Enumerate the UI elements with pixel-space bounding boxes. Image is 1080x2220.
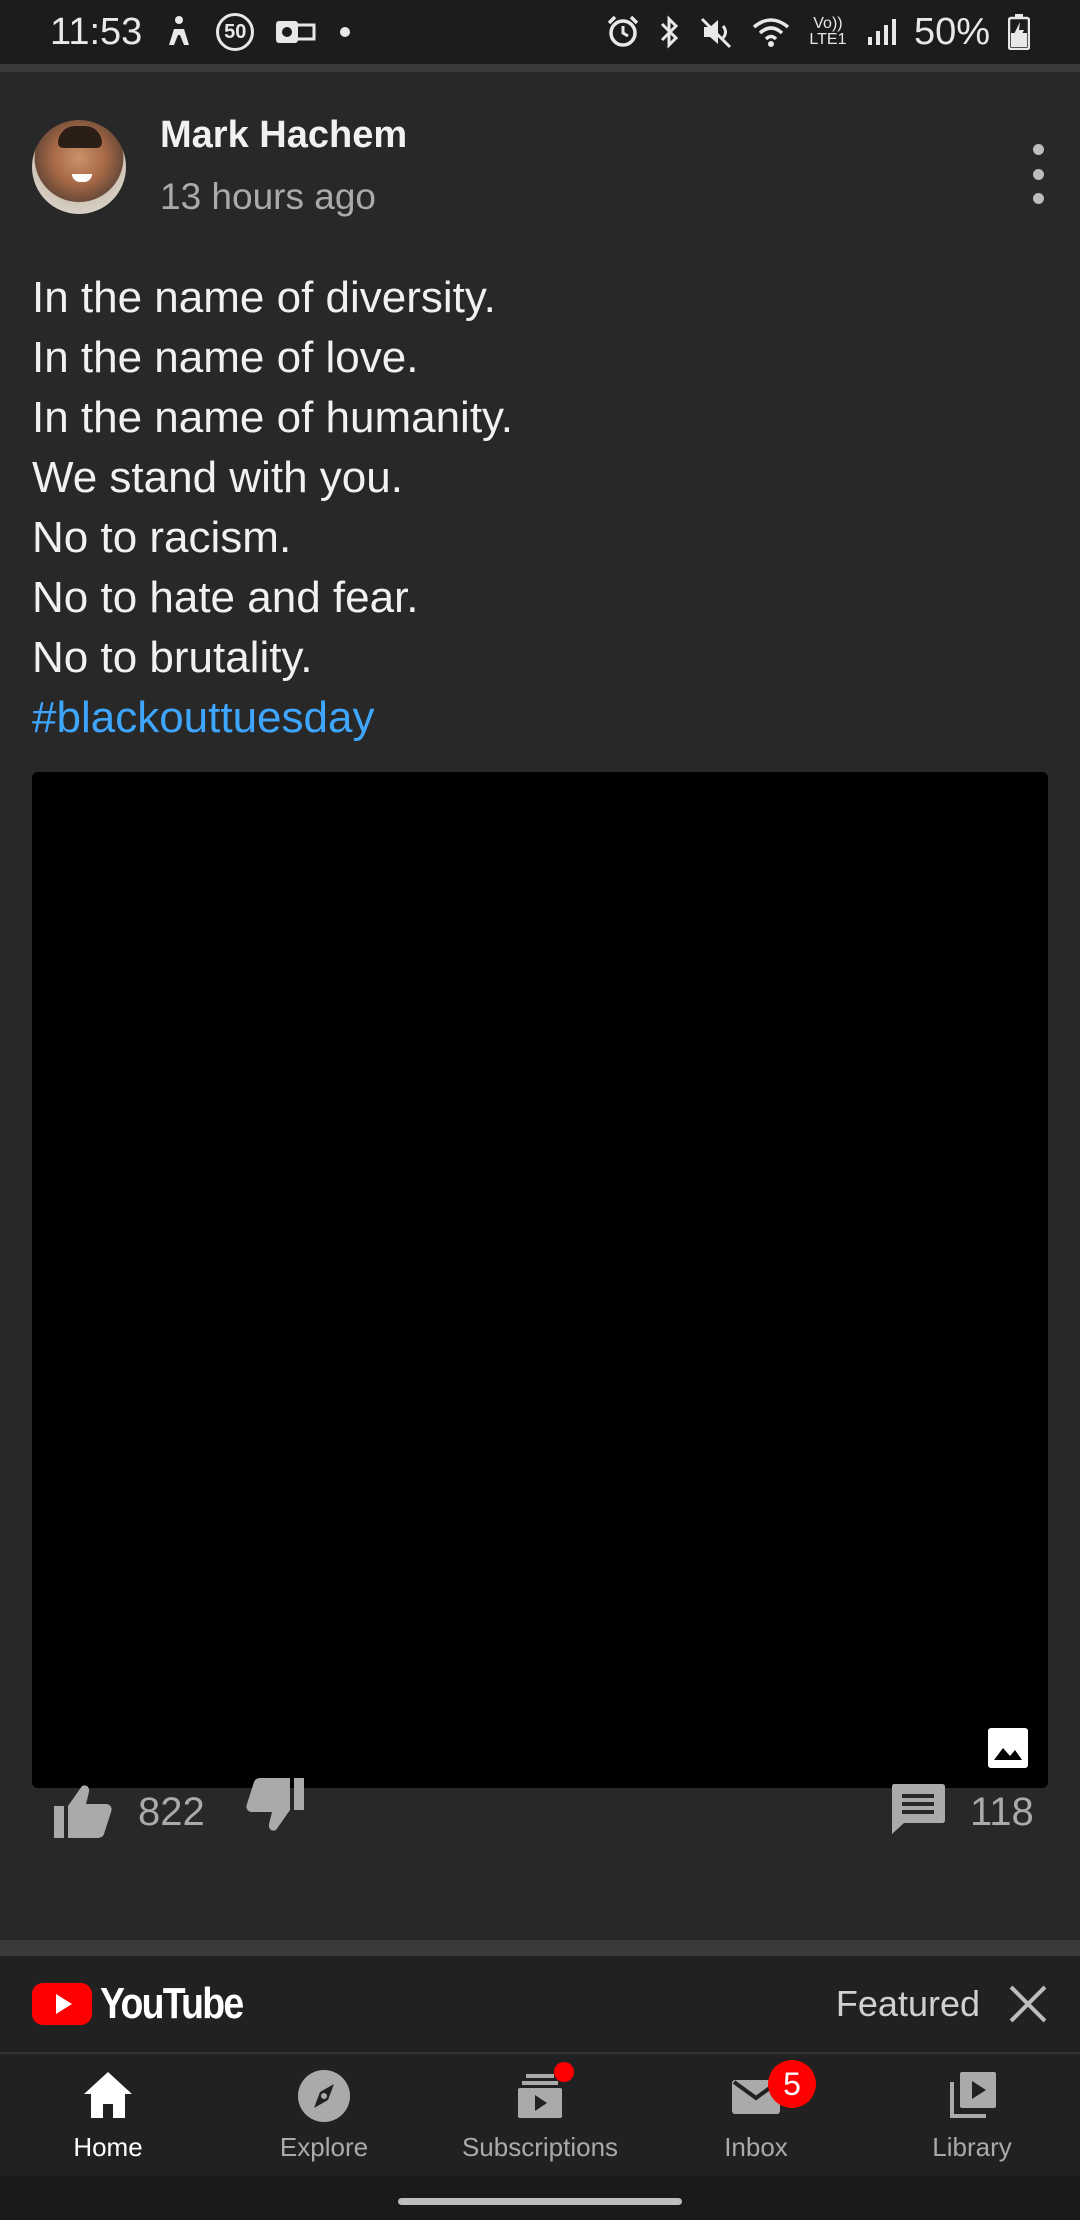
comment-icon bbox=[892, 1784, 945, 1834]
nav-library-label: Library bbox=[932, 2132, 1012, 2162]
dislike-button[interactable] bbox=[244, 1776, 306, 1834]
gesture-area bbox=[0, 2176, 1080, 2220]
youtube-logo[interactable]: YouTube bbox=[32, 1979, 268, 2029]
author-avatar[interactable] bbox=[32, 120, 126, 214]
nav-subscriptions[interactable]: Subscriptions bbox=[432, 2054, 648, 2176]
post-line: In the name of diversity. bbox=[32, 273, 496, 322]
battery-charging-icon bbox=[1008, 14, 1030, 50]
accessibility-icon bbox=[164, 15, 194, 49]
speed-badge-icon: 50 bbox=[216, 13, 255, 51]
nav-library[interactable]: Library bbox=[864, 2054, 1080, 2176]
clock: 11:53 bbox=[50, 10, 143, 53]
post-line: No to racism. bbox=[32, 513, 292, 562]
like-count: 822 bbox=[138, 1790, 205, 1834]
new-content-dot bbox=[554, 2062, 574, 2082]
nav-home[interactable]: Home bbox=[0, 2054, 216, 2176]
notification-dot-icon bbox=[338, 25, 352, 39]
community-post: Mark Hachem 13 hours ago In the name of … bbox=[0, 72, 1080, 1940]
nav-inbox[interactable]: 5 Inbox bbox=[648, 2054, 864, 2176]
bottom-navigation: Home Explore Subscriptions 5 Inbox Libra… bbox=[0, 2052, 1080, 2176]
post-image[interactable] bbox=[32, 772, 1048, 1788]
inbox-icon: 5 bbox=[728, 2060, 816, 2124]
featured-label: Featured bbox=[835, 1983, 980, 2024]
post-line: No to hate and fear. bbox=[32, 573, 419, 622]
mute-icon bbox=[700, 15, 734, 49]
comment-count: 118 bbox=[970, 1790, 1034, 1834]
post-line: In the name of love. bbox=[32, 333, 419, 382]
wifi-icon bbox=[752, 17, 790, 47]
compass-icon bbox=[298, 2070, 350, 2122]
nav-home-label: Home bbox=[73, 2132, 143, 2162]
home-icon bbox=[84, 2072, 132, 2118]
close-icon[interactable] bbox=[1008, 1984, 1048, 2024]
section-divider bbox=[0, 1940, 1080, 1956]
featured-bar: YouTube Featured bbox=[0, 1956, 1080, 2052]
outlook-icon bbox=[276, 17, 316, 47]
post-line: We stand with you. bbox=[32, 453, 403, 502]
library-icon bbox=[950, 2072, 996, 2118]
more-options-icon[interactable] bbox=[1020, 144, 1056, 204]
youtube-play-icon bbox=[32, 1983, 92, 2025]
lte-icon: Vo)) LTE1 bbox=[809, 15, 847, 48]
youtube-wordmark: YouTube bbox=[100, 1979, 244, 2028]
post-line: No to brutality. bbox=[32, 633, 313, 682]
battery-percent: 50% bbox=[913, 10, 990, 53]
nav-explore-label: Explore bbox=[279, 2132, 369, 2162]
post-text: In the name of diversity. In the name of… bbox=[32, 268, 1042, 748]
post-line: In the name of humanity. bbox=[32, 393, 514, 442]
status-divider bbox=[0, 64, 1080, 72]
nav-subscriptions-label: Subscriptions bbox=[461, 2132, 619, 2162]
thumbs-down-icon bbox=[246, 1778, 304, 1831]
thumbs-up-icon bbox=[54, 1785, 112, 1838]
signal-icon bbox=[866, 17, 896, 47]
hashtag-link[interactable]: #blackouttuesday bbox=[32, 688, 1042, 748]
inbox-badge: 5 bbox=[768, 2060, 816, 2108]
nav-explore[interactable]: Explore bbox=[216, 2054, 432, 2176]
subscriptions-icon bbox=[512, 2062, 574, 2124]
post-time: 13 hours ago bbox=[160, 176, 377, 217]
alarm-icon bbox=[606, 15, 640, 49]
post-actions: 822 118 bbox=[0, 1752, 1080, 1862]
status-bar: 11:53 50 Vo)) LTE1 50% bbox=[0, 0, 1080, 64]
bluetooth-icon bbox=[658, 15, 682, 49]
comment-button[interactable] bbox=[890, 1782, 946, 1836]
home-gesture-bar[interactable] bbox=[398, 2198, 682, 2205]
nav-inbox-label: Inbox bbox=[724, 2132, 788, 2162]
like-button[interactable] bbox=[52, 1782, 114, 1840]
author-name[interactable]: Mark Hachem bbox=[160, 114, 407, 157]
